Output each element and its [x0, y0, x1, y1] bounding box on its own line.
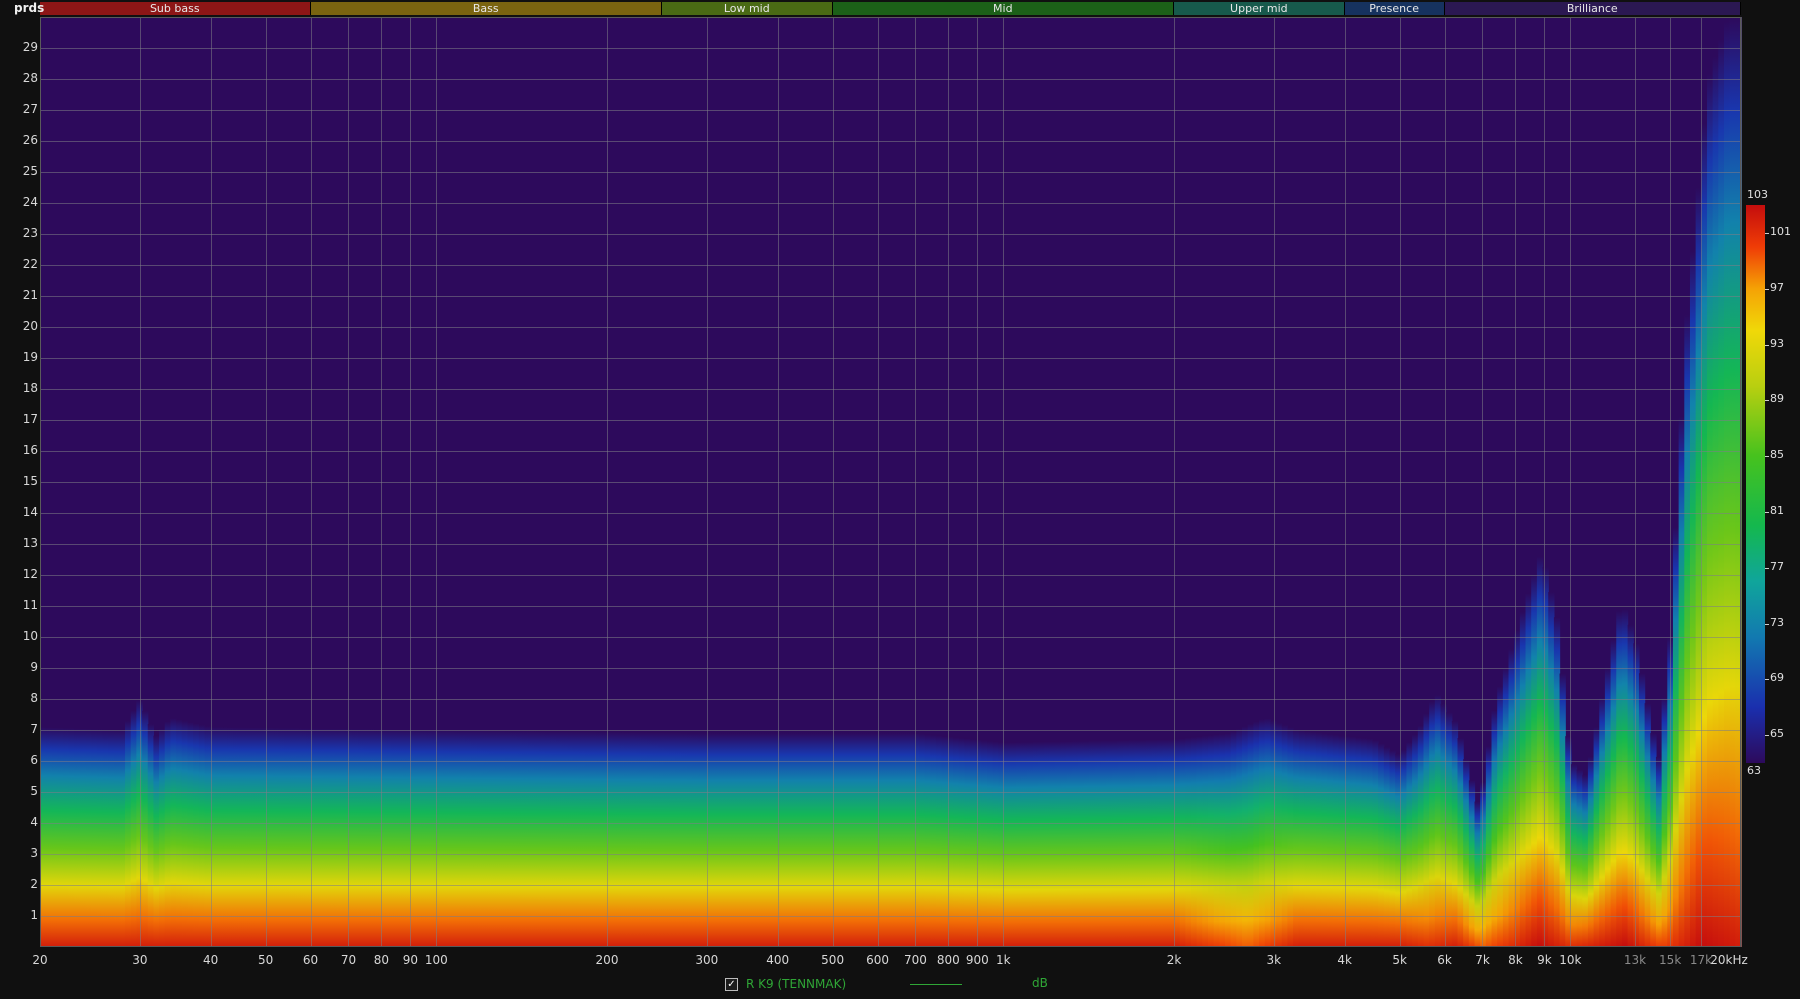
colorbar-tick-label: 77 — [1770, 559, 1784, 573]
x-tick-label: 2k — [1166, 953, 1182, 967]
x-tick-label: 1k — [996, 953, 1011, 967]
x-tick-label: 6k — [1437, 953, 1452, 967]
x-tick-label: 40 — [203, 953, 219, 967]
x-tick-label: 4k — [1337, 953, 1352, 967]
x-tick-label: 400 — [766, 953, 790, 967]
x-tick-label: 800 — [936, 953, 960, 967]
colorbar — [1746, 205, 1765, 763]
colorbar-tick-label: 89 — [1770, 392, 1784, 406]
colorbar-tick-label: 85 — [1770, 448, 1784, 462]
colorbar-tick-label: 63 — [1747, 764, 1761, 777]
x-tick-label: 3k — [1266, 953, 1282, 967]
x-tick-label: 9k — [1537, 953, 1552, 967]
x-tick-label: 70 — [340, 953, 357, 967]
x-tick-label: 60 — [302, 953, 319, 967]
x-tick-label: 300 — [695, 953, 719, 967]
x-tick-label: 20kHz — [1710, 953, 1748, 967]
x-tick-label: 7k — [1475, 953, 1490, 967]
x-tick-label: 20 — [32, 953, 48, 967]
legend-line-swatch — [910, 984, 962, 985]
colorbar-tick-label: 69 — [1770, 671, 1784, 685]
colorbar-tick-label: 73 — [1770, 615, 1784, 629]
colorbar-tick-label: 93 — [1770, 336, 1784, 350]
x-tick-label: 30 — [132, 953, 148, 967]
legend-units-label: dB — [1032, 976, 1048, 990]
legend: ✓ R K9 (TENNMAK) dB — [725, 976, 1048, 992]
x-tick-label: 50 — [257, 953, 274, 967]
x-tick-label: 17k — [1689, 953, 1713, 967]
colorbar-tick-label: 81 — [1770, 503, 1784, 517]
colorbar-tick-label: 101 — [1770, 224, 1791, 238]
x-tick-label: 500 — [821, 953, 845, 967]
spectrogram-plot[interactable] — [0, 0, 1800, 999]
x-tick-label: 100 — [424, 953, 448, 967]
x-tick-label: 700 — [904, 953, 927, 967]
x-tick-label: 8k — [1508, 953, 1523, 967]
x-tick-label: 90 — [402, 953, 418, 967]
colorbar-tick-label: 97 — [1770, 280, 1784, 294]
x-tick-label: 5k — [1392, 953, 1407, 967]
colorbar-tick-label: 103 — [1747, 188, 1768, 201]
x-tick-label: 600 — [866, 953, 889, 967]
legend-series-label: R K9 (TENNMAK) — [746, 977, 847, 991]
waterfall-window: Sub bass Bass Low mid Mid Upper mid Presence B… — [0, 0, 1800, 999]
x-tick-label: 200 — [595, 953, 619, 967]
x-tick-label: 10k — [1559, 953, 1582, 967]
legend-checkbox[interactable]: ✓ — [725, 977, 738, 991]
x-tick-label: 13k — [1623, 953, 1647, 967]
colorbar-tick-label: 65 — [1770, 727, 1784, 741]
x-tick-label: 900 — [965, 953, 989, 967]
x-tick-label: 15k — [1659, 953, 1682, 967]
x-tick-label: 80 — [373, 953, 389, 967]
